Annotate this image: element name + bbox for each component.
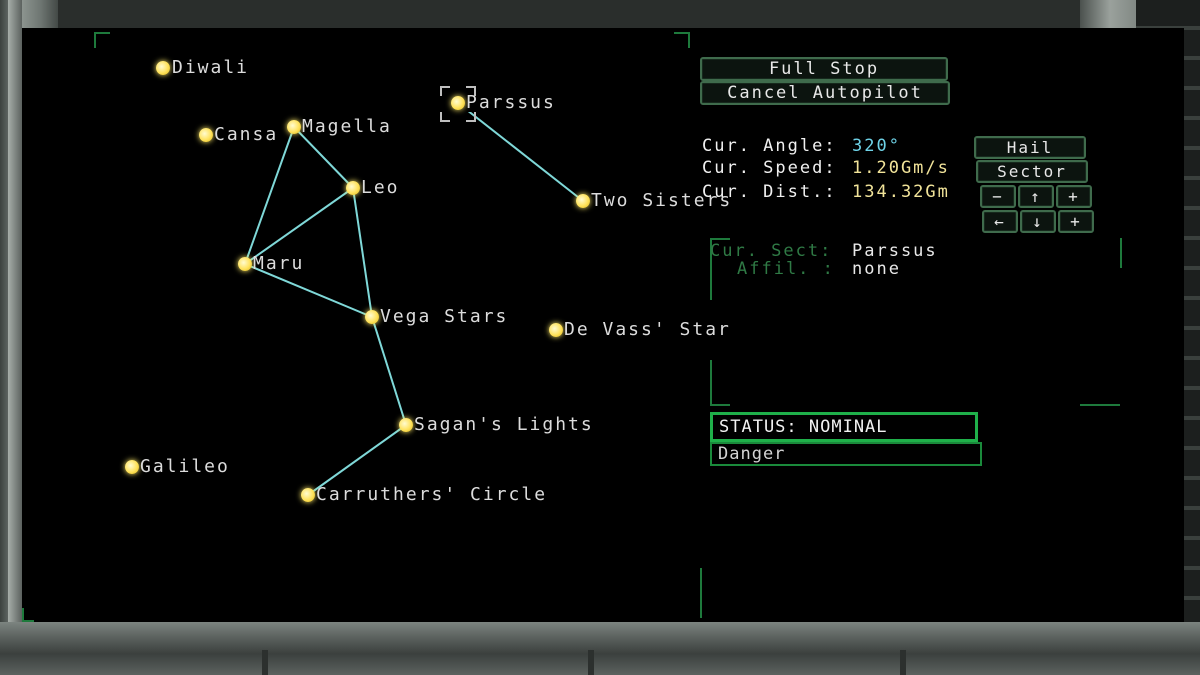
pan-left-arrow-icon[interactable]: ← [982,210,1018,233]
panel-corner-bracket [1080,364,1120,406]
star-marker-vega-stars[interactable] [365,310,379,324]
frame-seam [900,650,906,675]
star-label-parssus[interactable]: Parssus [466,93,556,113]
sector-button[interactable]: Sector [976,160,1088,183]
star-marker-leo[interactable] [346,181,360,195]
current-sector-label: Cur. Sect: [710,241,833,261]
star-marker-diwali[interactable] [156,61,170,75]
route-vega-sagan [371,316,407,426]
star-label-de-vass-star[interactable]: De Vass' Star [564,320,731,340]
angle-value: 320° [852,136,901,156]
star-marker-sagans-lights[interactable] [399,418,413,432]
angle-label: Cur. Angle: [702,136,837,156]
star-label-carruthers-circle[interactable]: Carruthers' Circle [316,485,547,505]
star-marker-galileo[interactable] [125,460,139,474]
star-label-cansa[interactable]: Cansa [214,125,278,145]
status-indicator: STATUS: NOMINAL [710,412,978,442]
star-marker-cansa[interactable] [199,128,213,142]
star-label-diwali[interactable]: Diwali [172,58,249,78]
zoom-out-button[interactable]: − [980,185,1016,208]
hail-button[interactable]: Hail [974,136,1086,159]
zoom-in-button[interactable]: + [1056,185,1092,208]
danger-indicator: Danger [710,442,982,466]
pan-up-arrow-icon[interactable]: ↑ [1018,185,1054,208]
panel-corner-bracket [1080,238,1122,268]
star-marker-carruthers-circle[interactable] [301,488,315,502]
affiliation-value: none [852,259,901,279]
distance-value: 134.32Gm [852,182,950,202]
frame-rail [8,0,22,675]
navigation-screen: Diwali Cansa Magella Parssus Leo Two Sis… [22,28,1184,622]
pan-right-button[interactable]: + [1058,210,1094,233]
frame-seam [262,650,268,675]
frame-seam [588,650,594,675]
full-stop-button[interactable]: Full Stop [700,57,948,81]
cockpit-frame-bottom [0,622,1200,675]
star-marker-magella[interactable] [287,120,301,134]
star-label-vega-stars[interactable]: Vega Stars [380,307,508,327]
star-label-galileo[interactable]: Galileo [140,457,230,477]
speed-value: 1.20Gm/s [852,158,950,178]
route-leo-vega [352,187,373,318]
cancel-autopilot-button[interactable]: Cancel Autopilot [700,81,950,105]
route-magella-maru [244,126,295,265]
distance-label: Cur. Dist.: [702,182,837,202]
star-label-maru[interactable]: Maru [253,254,304,274]
speed-label: Cur. Speed: [702,158,837,178]
affiliation-label: Affil. : [737,259,835,279]
star-label-magella[interactable]: Magella [302,117,392,137]
star-label-leo[interactable]: Leo [361,178,400,198]
route-parssus-twosisters [457,102,584,202]
star-marker-maru[interactable] [238,257,252,271]
star-marker-de-vass-star[interactable] [549,323,563,337]
star-marker-parssus[interactable] [451,96,465,110]
star-label-sagans-lights[interactable]: Sagan's Lights [414,415,594,435]
pan-down-arrow-icon[interactable]: ↓ [1020,210,1056,233]
star-marker-two-sisters[interactable] [576,194,590,208]
current-sector-value: Parssus [852,241,938,261]
